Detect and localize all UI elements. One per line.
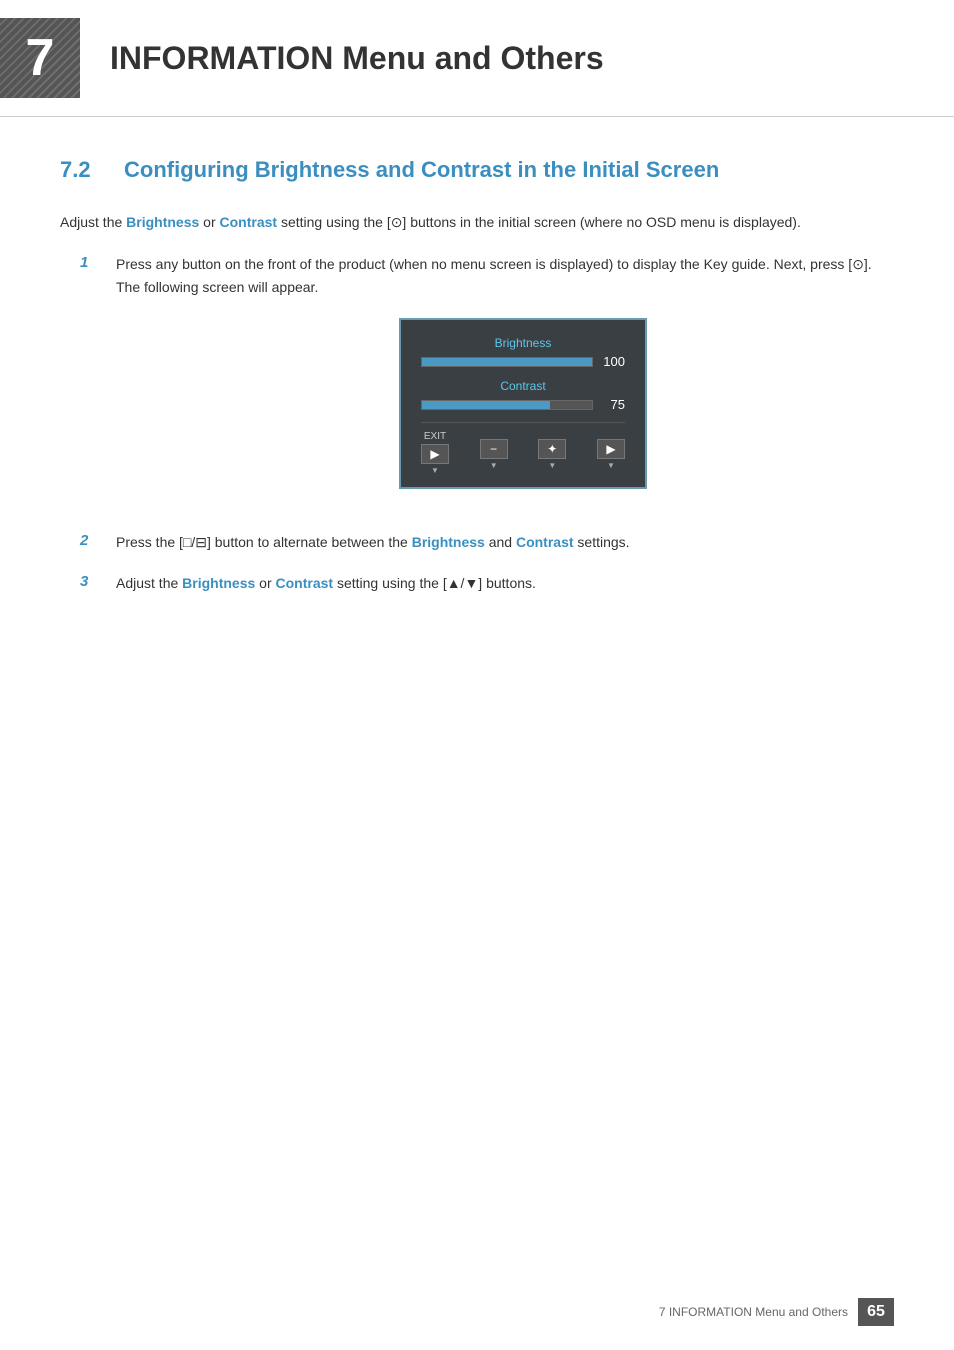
intro-contrast: Contrast (220, 214, 278, 230)
page-content: 7.2 Configuring Brightness and Contrast … (0, 117, 954, 672)
osd-brightness-track (421, 357, 593, 367)
page-footer: 7 INFORMATION Menu and Others 65 (659, 1298, 894, 1326)
osd-btn2-icon: ✦ (538, 439, 566, 459)
osd-exit-icon: ▶ (421, 444, 449, 464)
osd-brightness-row: Brightness 100 (421, 336, 625, 369)
osd-contrast-track (421, 400, 593, 410)
chapter-number-box: 7 (0, 18, 80, 98)
osd-btn3-icon: ▶ (597, 439, 625, 459)
osd-screenshot-container: Brightness 100 Contrast (152, 318, 894, 489)
chapter-number: 7 (26, 32, 55, 84)
step-2-text: Press the [□/⊟] button to alternate betw… (116, 531, 630, 553)
osd-btn3: ▶ ▼ (597, 437, 625, 470)
footer-page-number: 65 (858, 1298, 894, 1326)
intro-brightness: Brightness (126, 214, 199, 230)
osd-contrast-label: Contrast (421, 379, 625, 393)
section-title: Configuring Brightness and Contrast in t… (124, 157, 719, 183)
section-number: 7.2 (60, 157, 100, 183)
step-3-number: 3 (80, 573, 104, 590)
step-1: 1 Press any button on the front of the p… (80, 253, 894, 513)
osd-brightness-bar-container: 100 (421, 354, 625, 369)
intro-paragraph: Adjust the Brightness or Contrast settin… (60, 211, 894, 233)
steps-list: 1 Press any button on the front of the p… (80, 253, 894, 594)
osd-brightness-value: 100 (601, 354, 625, 369)
osd-btn1-arrow: ▼ (490, 461, 498, 470)
osd-box: Brightness 100 Contrast (399, 318, 647, 489)
step-1-number: 1 (80, 254, 104, 271)
osd-exit-label: EXIT (424, 431, 446, 442)
step-3-text: Adjust the Brightness or Contrast settin… (116, 572, 536, 594)
osd-bottom-row: EXIT ▶ ▼ − ▼ ✦ (421, 422, 625, 475)
step-3: 3 Adjust the Brightness or Contrast sett… (80, 572, 894, 594)
section-heading: 7.2 Configuring Brightness and Contrast … (60, 157, 894, 183)
intro-text-mid2: setting using the [⊙] buttons in the ini… (277, 214, 801, 230)
chapter-title: INFORMATION Menu and Others (110, 40, 604, 77)
osd-exit-btn: EXIT ▶ ▼ (421, 431, 449, 475)
osd-contrast-row: Contrast 75 (421, 379, 625, 412)
osd-btn1-icon: − (480, 439, 508, 459)
osd-btn1: − ▼ (480, 437, 508, 470)
intro-text-mid1: or (199, 214, 219, 230)
osd-contrast-fill (422, 401, 550, 409)
osd-contrast-value: 75 (601, 397, 625, 412)
osd-brightness-label: Brightness (421, 336, 625, 350)
step-1-text: Press any button on the front of the pro… (116, 256, 872, 294)
footer-text: 7 INFORMATION Menu and Others (659, 1305, 848, 1319)
page-header: 7 INFORMATION Menu and Others (0, 0, 954, 117)
osd-contrast-bar-container: 75 (421, 397, 625, 412)
step-2-number: 2 (80, 532, 104, 549)
step-2: 2 Press the [□/⊟] button to alternate be… (80, 531, 894, 553)
osd-btn3-arrow: ▼ (607, 461, 615, 470)
osd-brightness-fill (422, 358, 592, 366)
intro-text-before: Adjust the (60, 214, 126, 230)
osd-btn2-arrow: ▼ (548, 461, 556, 470)
osd-exit-arrow: ▼ (431, 466, 439, 475)
osd-btn2: ✦ ▼ (538, 437, 566, 470)
